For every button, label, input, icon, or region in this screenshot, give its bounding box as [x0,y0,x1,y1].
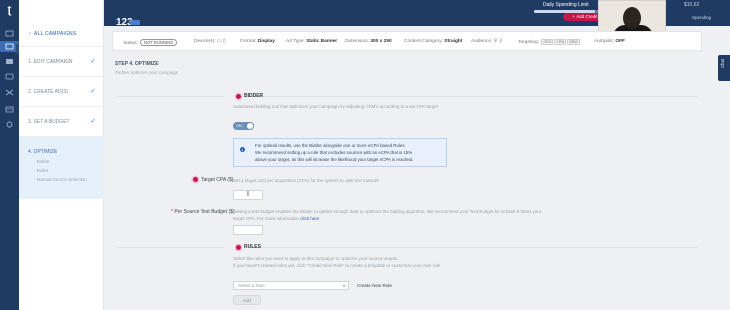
info-line: above your target, as this will increase… [255,157,414,162]
layers-icon[interactable] [5,58,14,65]
step-optimize[interactable]: 4. OPTIMIZE - Bidder - Rules - Manual So… [19,136,104,199]
targeting-tag: GEO [541,39,554,45]
wallet-icon[interactable] [5,106,14,113]
campaign-info-strip: Status: NOT RUNNING Device(s): ▭ ▯ Format… [112,31,702,51]
create-new-rule-link[interactable]: Create New Rule [357,283,392,288]
content-category-field: Content Category: Straight [404,39,463,44]
steps-sidebar: ‹ ALL CAMPAIGNS 1. EDIT CAMPAIGN ✓ 2. CR… [19,0,104,310]
help-link[interactable]: click here [300,216,319,221]
filter-icon: ⚳ [498,39,503,44]
rules-description-2: If you haven't created rules yet, click … [233,263,441,268]
section-divider [115,96,225,97]
section-divider [248,96,698,97]
desktop-icon: ▭ [216,39,222,44]
bidder-toggle[interactable]: ON [233,122,254,130]
target-cpa-help: Set a target cost per acquisition (CPA) … [233,178,379,183]
step-label: 3. SET A BUDGET [28,119,70,125]
test-budget-help: Setting a test budget enables the Bidder… [233,209,542,214]
targeting-field: Targeting: GEO CPM BRW [518,39,580,45]
audience-field: Audience: ⚲ ⚳ [471,39,503,44]
all-campaigns-link[interactable]: ‹ ALL CAMPAIGNS [29,31,76,37]
bidder-title: BIDDER [244,93,264,99]
add-rule-button[interactable]: Add [233,295,261,305]
dimension-field: Dimension: 300 x 250 [345,39,392,44]
step-label: 1. EDIT CAMPAIGN [28,59,73,65]
spending-link[interactable]: Spending [692,15,711,20]
sub-item-manual-source[interactable]: - Manual Source Selection [34,177,87,182]
webcam-person-head [623,7,641,29]
home-icon[interactable] [5,30,14,37]
info-icon: i [240,147,245,152]
video-icon[interactable] [5,73,14,80]
toggle-knob [247,123,253,129]
campaign-badge [130,20,140,25]
rule-select[interactable]: Select a Rule ▾ [233,281,349,290]
check-icon: ✓ [90,118,96,125]
info-line: For optimal results, use the Bidder alon… [255,143,406,148]
bidder-description: Automated bidding tool that optimizes yo… [233,104,438,109]
target-cpa-marker [193,177,198,182]
autopilot-field: Autopilot: OFF [594,39,625,44]
step-set-budget[interactable]: 3. SET A BUDGET ✓ [19,106,104,136]
test-budget-label: * Per Source Test Budget ($) [171,209,235,215]
person-icon: ⚲ [493,39,498,44]
targeting-tag: CPM [554,39,567,45]
tools-icon[interactable] [5,89,14,96]
format-field: Format: Display [240,39,275,44]
sub-item-rules[interactable]: - Rules [34,168,48,173]
page-title: STEP 4. OPTIMIZE [115,61,159,67]
status-badge: NOT RUNNING [139,39,178,46]
info-line: We recommend setting up a rule that excl… [255,150,413,155]
step-label: 4. OPTIMIZE [28,149,58,155]
text-cursor-icon: I [247,191,249,198]
bidder-section-marker [236,94,241,99]
step-edit-campaign[interactable]: 1. EDIT CAMPAIGN ✓ [19,46,104,76]
bidder-info-box: i For optimal results, use the Bidder al… [233,138,447,167]
status-field: Status: NOT RUNNING [123,39,178,46]
test-budget-input[interactable] [233,225,263,235]
adtype-field: Ad Type: Static Banner [286,39,338,44]
rules-section-marker [236,245,241,250]
check-icon: ✓ [90,88,96,95]
step-create-ads[interactable]: 2. CREATE AD(S) ✓ [19,76,104,106]
rules-title: RULES [244,244,261,250]
chat-tab[interactable]: Chat [718,55,730,81]
settings-icon[interactable] [5,121,14,128]
section-divider [115,247,225,248]
sub-item-bidder[interactable]: - Bidder [34,159,50,164]
section-divider [248,247,698,248]
targeting-tag: BRW [567,39,580,45]
rules-description: Select the rules you want to apply to th… [233,256,399,261]
brand-logo[interactable]: ʈ [4,4,15,17]
account-balance: $10,62 [684,2,700,8]
target-cpa-label: Target CPA ($) [201,177,234,183]
chevron-down-icon: ▾ [342,283,345,288]
devices-field: Device(s): ▭ ▯ [194,39,226,44]
daily-spending-limit-label: Daily Spending Limit [543,2,589,8]
mobile-icon: ▯ [222,39,226,44]
step-label: 2. CREATE AD(S) [28,89,69,95]
test-budget-help-2: target CPA. For more information click h… [233,216,320,221]
check-icon: ✓ [90,58,96,65]
page-subtitle: Further optimize your campaign [115,70,179,75]
